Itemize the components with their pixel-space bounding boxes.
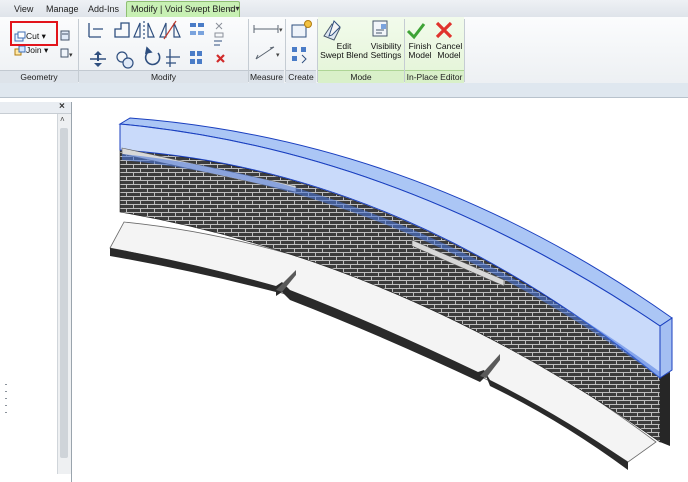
edit-swept-blend-line2: Swept Blend bbox=[320, 50, 368, 60]
properties-scrollbar[interactable]: ˄ bbox=[57, 114, 71, 474]
visibility-settings-button[interactable]: Visibility Settings bbox=[368, 18, 404, 60]
join-button-label: Join bbox=[26, 45, 42, 55]
offset-icon bbox=[114, 22, 130, 38]
svg-text:▾: ▾ bbox=[279, 27, 283, 34]
scale-icon bbox=[214, 40, 222, 46]
panel-separator bbox=[464, 19, 465, 82]
ribbon: Cut ▾ Join ▾ ▾ Geometry Modify ▾ ▾ Measu… bbox=[0, 17, 688, 84]
copy-icon bbox=[116, 51, 134, 69]
modify-tool-icons[interactable] bbox=[86, 19, 246, 69]
geometry-extra-icons[interactable]: ▾ bbox=[59, 29, 73, 65]
cancel-model-x-icon bbox=[435, 21, 453, 39]
cancel-model-line2: Model bbox=[437, 50, 461, 60]
rotate-icon bbox=[144, 46, 161, 66]
tab-add-ins[interactable]: Add-Ins bbox=[84, 2, 123, 17]
align-icon bbox=[88, 23, 103, 38]
create-panel-label: Create bbox=[286, 70, 316, 83]
tab-manage[interactable]: Manage bbox=[42, 2, 83, 17]
3d-view-canvas[interactable] bbox=[72, 102, 688, 482]
cancel-model-button[interactable]: Cancel Model bbox=[434, 20, 464, 60]
split-element-icon bbox=[190, 23, 204, 35]
scroll-up-icon[interactable]: ˄ bbox=[60, 115, 65, 124]
options-bar bbox=[0, 83, 688, 98]
measure-panel-label: Measure bbox=[249, 70, 284, 83]
finish-model-check-icon bbox=[406, 23, 426, 40]
edit-swept-blend-icon bbox=[323, 20, 341, 41]
aligned-dimension-icon: ▾ bbox=[255, 46, 280, 60]
wall-end-face bbox=[660, 372, 670, 446]
in-place-editor-panel-label: In-Place Editor bbox=[405, 70, 464, 83]
finish-model-line2: Model bbox=[408, 50, 432, 60]
properties-panel-header: × bbox=[0, 101, 71, 114]
move-icon bbox=[90, 51, 106, 67]
visibility-settings-icon bbox=[372, 20, 388, 37]
edit-swept-blend-button[interactable]: Edit Swept Blend bbox=[320, 18, 368, 60]
properties-panel: × ˄ bbox=[0, 101, 72, 482]
finish-model-button[interactable]: Finish Model bbox=[406, 20, 434, 60]
close-icon[interactable]: × bbox=[59, 101, 65, 112]
void-swept-blend-end bbox=[659, 317, 673, 379]
array-icon bbox=[190, 51, 202, 64]
join-geometry-icon bbox=[14, 45, 26, 56]
mirror-pick-axis-icon bbox=[133, 21, 155, 39]
svg-text:▾: ▾ bbox=[276, 52, 280, 59]
trim-extend-icon bbox=[166, 49, 180, 67]
measure-between-references-icon: ▾ bbox=[253, 25, 283, 34]
measure-tools[interactable]: ▾ ▾ bbox=[252, 21, 284, 67]
create-tools[interactable] bbox=[288, 19, 316, 67]
scroll-thumb[interactable] bbox=[60, 128, 68, 458]
ribbon-tab-strip: View Manage Add-Ins Modify | Void Swept … bbox=[0, 0, 688, 18]
pin-icon bbox=[214, 22, 224, 38]
modify-panel-label: Modify bbox=[79, 70, 248, 83]
ribbon-minimize-icon[interactable]: ▭▾ bbox=[228, 4, 240, 13]
geometry-panel-label: Geometry bbox=[0, 70, 78, 83]
tab-view[interactable]: View bbox=[10, 2, 37, 17]
visibility-settings-line2: Settings bbox=[370, 50, 402, 60]
mode-panel-label: Mode bbox=[318, 70, 404, 83]
mirror-draw-axis-icon bbox=[159, 20, 181, 40]
create-group-icon bbox=[292, 47, 307, 64]
splitter-grip[interactable] bbox=[5, 384, 7, 414]
svg-text:▾: ▾ bbox=[69, 52, 73, 59]
tab-modify-void-swept-blend[interactable]: Modify | Void Swept Blend bbox=[126, 1, 241, 18]
create-similar-icon bbox=[291, 20, 312, 38]
cut-highlight-annotation bbox=[10, 21, 58, 46]
wall-model-drawing[interactable] bbox=[72, 102, 688, 482]
delete-icon bbox=[216, 54, 225, 63]
